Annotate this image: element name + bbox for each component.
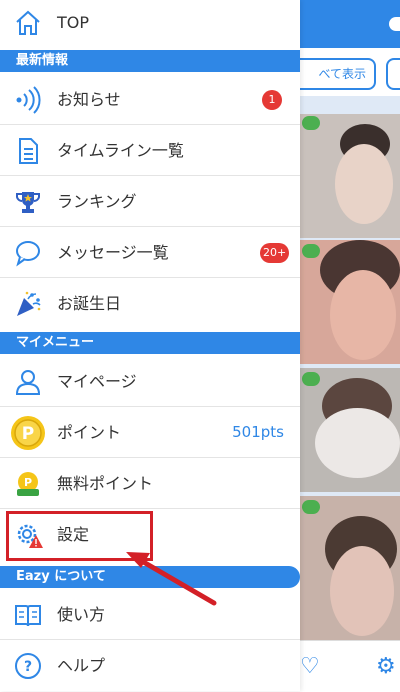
help-icon: ? [14,652,42,680]
settings-tab-gear-icon[interactable]: ⚙ [376,656,396,678]
menu-item-label: ランキング [57,192,137,211]
free-point-icon: P [14,470,42,498]
menu-item-label: ポイント [57,423,122,442]
section-header-my-menu: マイメニュー [0,332,300,354]
user-photo[interactable] [300,240,400,364]
book-icon [14,601,42,629]
notification-count-badge: 1 [262,90,282,110]
show-all-button[interactable]: べて表示 [292,58,376,90]
chat-badge-icon [302,116,320,130]
broadcast-icon [14,86,42,114]
menu-item-label: ヘルプ [57,656,106,675]
section-header-news: 最新情報 [0,50,300,72]
menu-item-label: TOP [57,13,90,32]
menu-item-timeline[interactable]: タイムライン一覧 [0,125,300,176]
menu-item-notifications[interactable]: お知らせ 1 [0,74,300,125]
points-balance: 501pts [232,423,284,441]
home-icon [14,9,42,37]
menu-item-my-page[interactable]: マイページ [0,356,300,407]
svg-text:?: ? [24,659,32,675]
menu-item-label: タイムライン一覧 [57,141,184,160]
side-drawer-menu: TOP 最新情報 お知らせ 1 タイムライン一覧 ランキング メッセージ一覧 2… [0,0,300,691]
chat-badge-icon [302,500,320,514]
menu-item-top[interactable]: TOP [0,0,300,48]
menu-item-messages[interactable]: メッセージ一覧 20+ [0,227,300,278]
menu-item-ranking[interactable]: ランキング [0,176,300,227]
menu-item-label: マイページ [57,372,137,391]
user-icon [14,368,42,396]
user-photo[interactable] [300,114,400,238]
document-icon [14,137,42,165]
speech-bubble-icon [14,239,42,267]
heart-icon[interactable]: ♡ [300,656,320,678]
menu-item-free-points[interactable]: P 無料ポイント [0,458,300,509]
chat-badge-icon [302,372,320,386]
trophy-icon [14,188,42,216]
menu-item-birthday[interactable]: お誕生日 [0,278,300,329]
svg-text:P: P [24,476,32,489]
settings-highlight-box [6,511,153,561]
menu-item-how-to-use[interactable]: 使い方 [0,589,300,640]
svg-text:P: P [22,424,34,444]
chat-badge-icon [302,244,320,258]
menu-item-label: お誕生日 [57,294,122,313]
party-popper-icon [14,290,42,318]
message-count-badge: 20+ [260,243,290,263]
user-photo[interactable] [300,496,400,640]
menu-item-label: 使い方 [57,605,106,624]
toggle-switch[interactable] [389,17,400,31]
point-coin-icon: P [10,415,46,451]
list-view-button[interactable] [386,58,400,90]
section-header-about: Eazy について [0,566,300,588]
user-photo[interactable] [300,368,400,492]
menu-item-label: お知らせ [57,90,121,109]
menu-item-help[interactable]: ? ヘルプ [0,640,300,691]
menu-item-label: メッセージ一覧 [57,243,169,262]
menu-item-points[interactable]: P ポイント 501pts [0,407,300,458]
menu-item-label: 無料ポイント [57,474,154,493]
